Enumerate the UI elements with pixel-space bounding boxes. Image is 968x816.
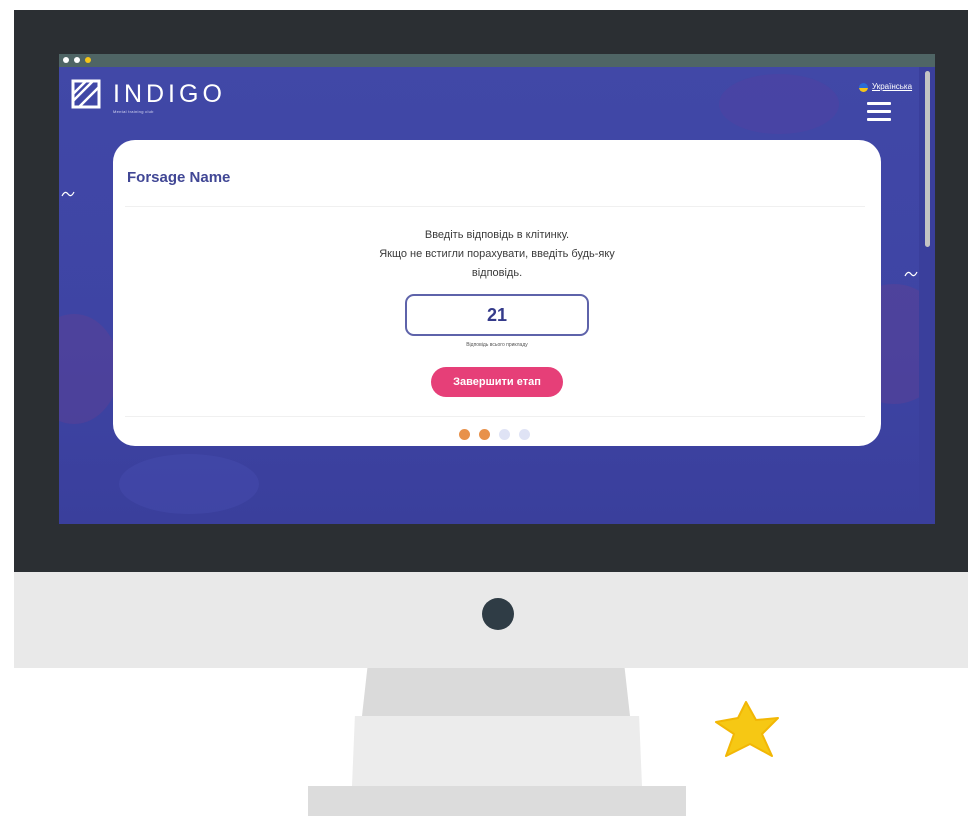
instructions: Введіть відповідь в клітинку. Якщо не вс… bbox=[347, 226, 647, 283]
logo-tagline: Mental training club bbox=[113, 109, 154, 114]
logo-text: INDIGO bbox=[113, 80, 226, 108]
indigo-logo[interactable]: INDIGO Mental training club bbox=[71, 79, 251, 119]
window-dot-icon[interactable] bbox=[63, 57, 69, 63]
window-dot-icon[interactable] bbox=[85, 57, 91, 63]
window-dot-icon[interactable] bbox=[74, 57, 80, 63]
star-icon bbox=[715, 701, 779, 757]
squiggle-decoration bbox=[61, 191, 75, 197]
answer-input[interactable] bbox=[405, 294, 589, 336]
monitor-neck-bottom bbox=[352, 716, 642, 786]
progress-dot bbox=[459, 429, 470, 440]
window-titlebar bbox=[59, 54, 935, 67]
instruction-line: Введіть відповідь в клітинку. bbox=[424, 229, 570, 241]
progress-dot bbox=[479, 429, 490, 440]
squiggle-decoration bbox=[904, 271, 918, 277]
background-decoration bbox=[119, 454, 259, 514]
browser-screen: INDIGO Mental training club Українська F… bbox=[59, 54, 935, 524]
finish-stage-button[interactable]: Завершити етап bbox=[431, 367, 563, 397]
instruction-line: Якщо не встигли порахувати, введіть будь… bbox=[379, 248, 615, 260]
monitor-neck-top bbox=[362, 668, 630, 716]
hamburger-menu-icon[interactable] bbox=[867, 102, 891, 122]
ukraine-flag-icon bbox=[859, 83, 868, 92]
scrollbar[interactable] bbox=[919, 67, 935, 524]
progress-dot bbox=[519, 429, 530, 440]
answer-hint: Відповідь всього прикладу bbox=[466, 342, 528, 348]
divider bbox=[125, 206, 865, 207]
monitor-base bbox=[308, 786, 686, 816]
progress-dots bbox=[459, 429, 539, 441]
background-decoration bbox=[59, 314, 119, 424]
divider bbox=[125, 416, 865, 417]
background-decoration bbox=[719, 74, 839, 134]
card-title: Forsage Name bbox=[127, 169, 231, 186]
progress-dot bbox=[499, 429, 510, 440]
instruction-line: відповідь. bbox=[471, 267, 523, 279]
power-button bbox=[482, 598, 514, 630]
language-label: Українська bbox=[872, 82, 913, 91]
logo-mark-icon bbox=[71, 79, 101, 109]
scrollbar-thumb[interactable] bbox=[925, 71, 930, 247]
task-card: Forsage Name Введіть відповідь в клітинк… bbox=[113, 140, 881, 446]
